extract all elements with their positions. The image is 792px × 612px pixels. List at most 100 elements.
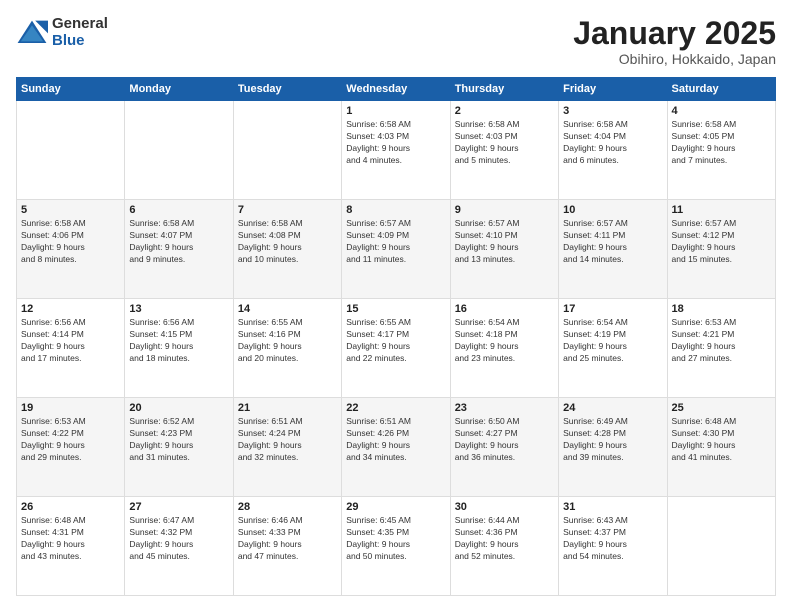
day-info: Sunrise: 6:55 AM Sunset: 4:16 PM Dayligh… (238, 317, 337, 365)
calendar-table: SundayMondayTuesdayWednesdayThursdayFrid… (16, 77, 776, 596)
day-number: 25 (672, 402, 771, 414)
day-info: Sunrise: 6:53 AM Sunset: 4:22 PM Dayligh… (21, 416, 120, 464)
calendar-cell: 15Sunrise: 6:55 AM Sunset: 4:17 PM Dayli… (342, 299, 450, 398)
calendar-cell: 28Sunrise: 6:46 AM Sunset: 4:33 PM Dayli… (233, 497, 341, 596)
calendar-cell: 29 Sunrise: 6:45 AM Sunset: 4:35 PM Dayli… (342, 497, 450, 596)
day-info: Sunrise: 6:50 AM Sunset: 4:27 PM Dayligh… (455, 416, 554, 464)
day-info: Sunrise: 6:48 AM Sunset: 4:30 PM Dayligh… (672, 416, 771, 464)
calendar-week-row: 19 Sunrise: 6:53 AM Sunset: 4:22 PM Dayli… (17, 398, 776, 497)
calendar-cell: 26 Sunrise: 6:48 AM Sunset: 4:31 PM Dayli… (17, 497, 125, 596)
day-info: Sunrise: 6:55 AM Sunset: 4:17 PM Dayligh… (346, 317, 445, 365)
calendar-cell: 9Sunrise: 6:57 AM Sunset: 4:10 PM Daylig… (450, 200, 558, 299)
page: General Blue January 2025 Obihiro, Hokka… (0, 0, 792, 612)
day-info: Sunrise: 6:57 AM Sunset: 4:12 PM Dayligh… (672, 218, 771, 266)
day-number: 4 (672, 105, 771, 117)
calendar-cell: 31 Sunrise: 6:43 AM Sunset: 4:37 PM Dayli… (559, 497, 667, 596)
calendar-cell: 3 Sunrise: 6:58 AM Sunset: 4:04 PM Daylig… (559, 101, 667, 200)
day-number: 20 (129, 402, 228, 414)
calendar-cell: 5 Sunrise: 6:58 AM Sunset: 4:06 PM Daylig… (17, 200, 125, 299)
day-info: Sunrise: 6:49 AM Sunset: 4:28 PM Dayligh… (563, 416, 662, 464)
day-number: 14 (238, 303, 337, 315)
day-info: Sunrise: 6:56 AM Sunset: 4:14 PM Dayligh… (21, 317, 120, 365)
day-info: Sunrise: 6:57 AM Sunset: 4:09 PM Dayligh… (346, 218, 445, 266)
calendar-cell: 22 Sunrise: 6:51 AM Sunset: 4:26 PM Dayli… (342, 398, 450, 497)
day-info: Sunrise: 6:58 AM Sunset: 4:05 PM Dayligh… (672, 119, 771, 167)
weekday-header-sunday: Sunday (17, 78, 125, 101)
calendar-cell: 21 Sunrise: 6:51 AM Sunset: 4:24 PM Dayli… (233, 398, 341, 497)
calendar-subtitle: Obihiro, Hokkaido, Japan (573, 51, 776, 67)
calendar-title: January 2025 (573, 16, 776, 51)
day-number: 1 (346, 105, 445, 117)
day-number: 21 (238, 402, 337, 414)
day-info: Sunrise: 6:52 AM Sunset: 4:23 PM Dayligh… (129, 416, 228, 464)
day-number: 17 (563, 303, 662, 315)
day-info: Sunrise: 6:43 AM Sunset: 4:37 PM Dayligh… (563, 515, 662, 563)
calendar-cell: 18 Sunrise: 6:53 AM Sunset: 4:21 PM Dayli… (667, 299, 775, 398)
day-number: 2 (455, 105, 554, 117)
day-info: Sunrise: 6:54 AM Sunset: 4:19 PM Dayligh… (563, 317, 662, 365)
day-number: 13 (129, 303, 228, 315)
calendar-cell: 17 Sunrise: 6:54 AM Sunset: 4:19 PM Dayli… (559, 299, 667, 398)
day-number: 31 (563, 501, 662, 513)
calendar-cell: 7Sunrise: 6:58 AM Sunset: 4:08 PM Daylig… (233, 200, 341, 299)
calendar-week-row: 1 Sunrise: 6:58 AM Sunset: 4:03 PM Daylig… (17, 101, 776, 200)
day-number: 18 (672, 303, 771, 315)
day-number: 29 (346, 501, 445, 513)
header: General Blue January 2025 Obihiro, Hokka… (16, 16, 776, 67)
weekday-header-tuesday: Tuesday (233, 78, 341, 101)
day-info: Sunrise: 6:51 AM Sunset: 4:26 PM Dayligh… (346, 416, 445, 464)
day-number: 3 (563, 105, 662, 117)
calendar-cell: 8 Sunrise: 6:57 AM Sunset: 4:09 PM Daylig… (342, 200, 450, 299)
day-number: 26 (21, 501, 120, 513)
logo-text: General Blue (52, 16, 108, 49)
day-info: Sunrise: 6:48 AM Sunset: 4:31 PM Dayligh… (21, 515, 120, 563)
weekday-header-wednesday: Wednesday (342, 78, 450, 101)
day-info: Sunrise: 6:45 AM Sunset: 4:35 PM Dayligh… (346, 515, 445, 563)
calendar-cell: 19 Sunrise: 6:53 AM Sunset: 4:22 PM Dayli… (17, 398, 125, 497)
day-number: 8 (346, 204, 445, 216)
calendar-cell: 25 Sunrise: 6:48 AM Sunset: 4:30 PM Dayli… (667, 398, 775, 497)
day-number: 11 (672, 204, 771, 216)
calendar-cell: 14 Sunrise: 6:55 AM Sunset: 4:16 PM Dayli… (233, 299, 341, 398)
logo-icon (16, 19, 48, 47)
calendar-cell: 24Sunrise: 6:49 AM Sunset: 4:28 PM Dayli… (559, 398, 667, 497)
calendar-cell: 27Sunrise: 6:47 AM Sunset: 4:32 PM Dayli… (125, 497, 233, 596)
calendar-cell: 13 Sunrise: 6:56 AM Sunset: 4:15 PM Dayli… (125, 299, 233, 398)
day-info: Sunrise: 6:57 AM Sunset: 4:11 PM Dayligh… (563, 218, 662, 266)
calendar-cell: 30Sunrise: 6:44 AM Sunset: 4:36 PM Dayli… (450, 497, 558, 596)
day-number: 6 (129, 204, 228, 216)
day-info: Sunrise: 6:58 AM Sunset: 4:03 PM Dayligh… (455, 119, 554, 167)
day-number: 28 (238, 501, 337, 513)
calendar-cell: 16Sunrise: 6:54 AM Sunset: 4:18 PM Dayli… (450, 299, 558, 398)
day-number: 9 (455, 204, 554, 216)
calendar-cell: 1 Sunrise: 6:58 AM Sunset: 4:03 PM Daylig… (342, 101, 450, 200)
day-number: 10 (563, 204, 662, 216)
calendar-cell: 23 Sunrise: 6:50 AM Sunset: 4:27 PM Dayli… (450, 398, 558, 497)
day-number: 22 (346, 402, 445, 414)
calendar-cell (233, 101, 341, 200)
day-info: Sunrise: 6:58 AM Sunset: 4:07 PM Dayligh… (129, 218, 228, 266)
day-number: 7 (238, 204, 337, 216)
day-info: Sunrise: 6:51 AM Sunset: 4:24 PM Dayligh… (238, 416, 337, 464)
weekday-header-row: SundayMondayTuesdayWednesdayThursdayFrid… (17, 78, 776, 101)
calendar-cell (17, 101, 125, 200)
day-info: Sunrise: 6:53 AM Sunset: 4:21 PM Dayligh… (672, 317, 771, 365)
day-info: Sunrise: 6:47 AM Sunset: 4:32 PM Dayligh… (129, 515, 228, 563)
day-number: 19 (21, 402, 120, 414)
day-info: Sunrise: 6:58 AM Sunset: 4:06 PM Dayligh… (21, 218, 120, 266)
day-info: Sunrise: 6:56 AM Sunset: 4:15 PM Dayligh… (129, 317, 228, 365)
calendar-cell (125, 101, 233, 200)
day-number: 5 (21, 204, 120, 216)
day-number: 30 (455, 501, 554, 513)
day-info: Sunrise: 6:54 AM Sunset: 4:18 PM Dayligh… (455, 317, 554, 365)
day-number: 23 (455, 402, 554, 414)
logo-blue-text: Blue (52, 33, 108, 50)
calendar-cell (667, 497, 775, 596)
logo-general-text: General (52, 16, 108, 33)
calendar-week-row: 5 Sunrise: 6:58 AM Sunset: 4:06 PM Daylig… (17, 200, 776, 299)
weekday-header-friday: Friday (559, 78, 667, 101)
weekday-header-thursday: Thursday (450, 78, 558, 101)
day-info: Sunrise: 6:58 AM Sunset: 4:03 PM Dayligh… (346, 119, 445, 167)
day-info: Sunrise: 6:58 AM Sunset: 4:04 PM Dayligh… (563, 119, 662, 167)
calendar-cell: 4 Sunrise: 6:58 AM Sunset: 4:05 PM Daylig… (667, 101, 775, 200)
